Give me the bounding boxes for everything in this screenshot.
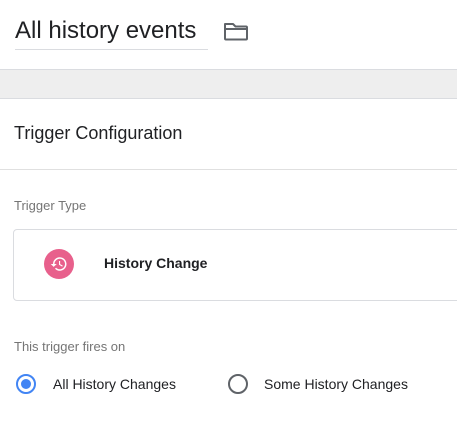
radio-all-history-changes[interactable]: All History Changes <box>16 371 176 397</box>
radio-label: All History Changes <box>53 376 176 392</box>
trigger-editor: All history events Trigger Configuration… <box>0 0 457 422</box>
card-header: Trigger Configuration <box>0 99 457 170</box>
trigger-type-name: History Change <box>104 255 208 271</box>
radio-label: Some History Changes <box>264 376 408 392</box>
trigger-type-label: Trigger Type <box>14 198 87 213</box>
card-title: Trigger Configuration <box>14 123 183 143</box>
fires-on-label: This trigger fires on <box>14 339 126 354</box>
trigger-type-selector[interactable]: History Change <box>13 229 457 301</box>
folder-icon[interactable] <box>223 20 249 42</box>
trigger-configuration-card: Trigger Configuration Trigger Type Histo… <box>0 98 457 422</box>
radio-unchecked-icon[interactable] <box>228 374 248 394</box>
title-bar: All history events <box>0 0 457 70</box>
history-icon <box>44 249 74 279</box>
radio-some-history-changes[interactable]: Some History Changes <box>228 371 408 397</box>
trigger-name-input[interactable]: All history events <box>15 15 208 50</box>
separator-band <box>0 70 457 98</box>
radio-checked-icon[interactable] <box>16 374 36 394</box>
